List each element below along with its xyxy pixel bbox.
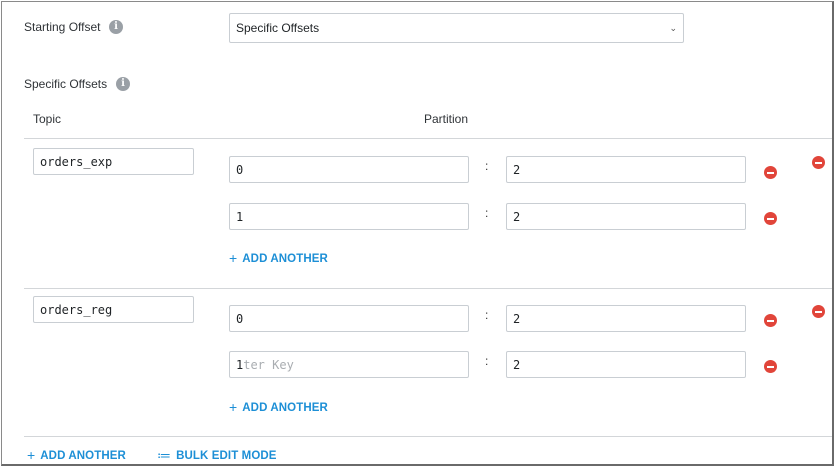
add-partition-button[interactable]: + ADD ANOTHER <box>229 398 328 415</box>
separator-colon: : <box>485 308 489 322</box>
topic-input[interactable]: orders_exp <box>33 148 194 175</box>
remove-topic-icon[interactable] <box>812 305 825 318</box>
partition-input[interactable]: 1 <box>229 203 469 230</box>
plus-icon: + <box>229 250 238 266</box>
chevron-down-icon: ⌄ <box>669 23 677 33</box>
offset-input[interactable]: 2 <box>506 351 746 378</box>
column-header-topic: Topic <box>33 112 62 126</box>
remove-row-icon[interactable] <box>764 212 777 225</box>
add-topic-button[interactable]: + ADD ANOTHER <box>27 446 126 463</box>
specific-offsets-label: Specific Offsets <box>24 77 108 91</box>
plus-icon: + <box>229 399 238 415</box>
topic-input[interactable]: orders_reg <box>33 296 194 323</box>
remove-row-icon[interactable] <box>764 166 777 179</box>
bulk-edit-button[interactable]: ≔ BULK EDIT MODE <box>157 446 277 463</box>
bulk-edit-label: BULK EDIT MODE <box>176 450 277 462</box>
starting-offset-select-value: Specific Offsets <box>236 21 320 35</box>
starting-offset-label: Starting Offset <box>24 20 101 34</box>
offsets-form: Starting Offset i Specific Offsets ⌄ Spe… <box>1 1 834 466</box>
offset-input[interactable]: 2 <box>506 156 746 183</box>
info-icon[interactable]: i <box>109 20 123 34</box>
column-header-partition: Partition <box>424 112 469 126</box>
divider <box>24 138 832 139</box>
add-partition-label: ADD ANOTHER <box>242 253 328 265</box>
add-topic-label: ADD ANOTHER <box>40 450 126 462</box>
add-partition-label: ADD ANOTHER <box>242 402 328 414</box>
plus-icon: + <box>27 447 36 463</box>
partition-placeholder: ter Key <box>243 358 294 372</box>
remove-topic-icon[interactable] <box>812 156 825 169</box>
remove-row-icon[interactable] <box>764 360 777 373</box>
list-icon: ≔ <box>157 447 172 463</box>
starting-offset-select[interactable]: Specific Offsets ⌄ <box>229 13 684 43</box>
divider <box>24 288 832 289</box>
offset-input[interactable]: 2 <box>506 203 746 230</box>
separator-colon: : <box>485 159 489 173</box>
separator-colon: : <box>485 206 489 220</box>
partition-input[interactable]: 0 <box>229 305 469 332</box>
add-partition-button[interactable]: + ADD ANOTHER <box>229 249 328 266</box>
info-icon[interactable]: i <box>116 77 130 91</box>
divider <box>24 436 832 437</box>
partition-input[interactable]: 1ter Key <box>229 351 469 378</box>
partition-input[interactable]: 0 <box>229 156 469 183</box>
separator-colon: : <box>485 354 489 368</box>
offset-input[interactable]: 2 <box>506 305 746 332</box>
remove-row-icon[interactable] <box>764 314 777 327</box>
